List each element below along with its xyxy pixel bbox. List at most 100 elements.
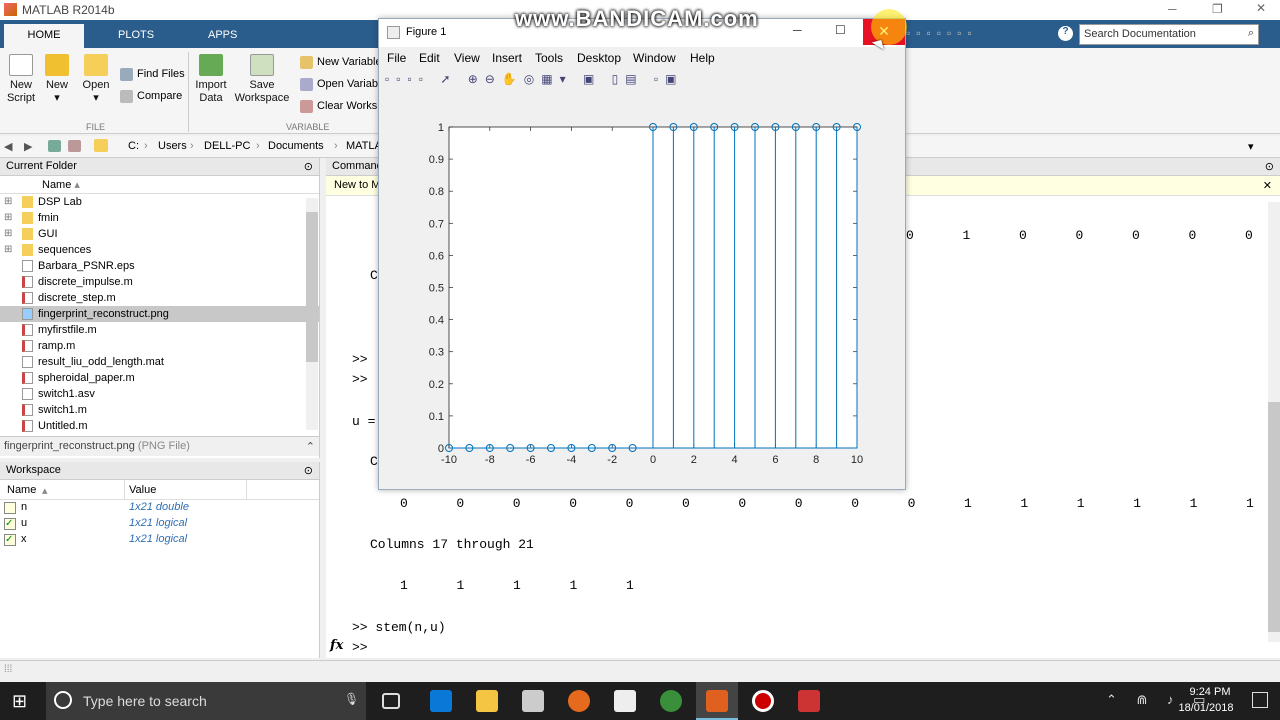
file-list-item[interactable]: myfirstfile.m: [0, 322, 319, 338]
figure-menu-view[interactable]: View: [454, 51, 480, 65]
path-dropdown-icon[interactable]: ▾: [1248, 140, 1254, 153]
output-row-1: 0 1 0 0 0 0 0: [896, 228, 1256, 246]
edge-icon[interactable]: [430, 690, 452, 712]
breadcrumb-documents[interactable]: Documents: [268, 140, 324, 152]
file-list-item[interactable]: Barbara_PSNR.eps: [0, 258, 319, 274]
current-prompt[interactable]: >>: [352, 640, 368, 655]
clock-date[interactable]: 18/01/2018: [1174, 702, 1238, 714]
restore-icon[interactable]: ❐: [1212, 2, 1223, 16]
figure-menu-edit[interactable]: Edit: [419, 51, 440, 65]
scrollbar[interactable]: [306, 198, 318, 430]
taskbar-search-placeholder: Type here to search: [83, 693, 207, 709]
file-list-item[interactable]: ⊞ DSP Lab: [0, 194, 319, 210]
col-value[interactable]: Value: [129, 484, 156, 496]
expand-icon[interactable]: ⊞: [4, 226, 12, 242]
figure-menu-help[interactable]: Help: [690, 51, 715, 65]
browse-folder-icon[interactable]: [68, 140, 81, 152]
command-scrollbar[interactable]: [1268, 202, 1280, 642]
file-list-item[interactable]: result_liu_odd_length.mat: [0, 354, 319, 370]
matlab-taskbar-button[interactable]: [696, 682, 738, 720]
folder-icon: [22, 212, 33, 224]
breadcrumb-dell-pc[interactable]: DELL-PC: [204, 140, 250, 152]
maximize-icon[interactable]: ☐: [835, 23, 846, 37]
expand-icon[interactable]: ⊞: [4, 242, 12, 258]
figure-window[interactable]: Figure 1 ─ ☐ ✕ FileEditViewInsertToolsDe…: [378, 9, 907, 490]
store-icon[interactable]: [522, 690, 544, 712]
file-list-item[interactable]: spheroidal_paper.m: [0, 370, 319, 386]
clock-time[interactable]: 9:24 PM: [1182, 686, 1238, 698]
file-list-item[interactable]: switch1.m: [0, 402, 319, 418]
scrollbar-thumb[interactable]: [1268, 402, 1280, 632]
compare-button[interactable]: Compare: [120, 88, 182, 104]
minimize-icon[interactable]: ─: [1168, 2, 1177, 16]
file-explorer-icon[interactable]: [476, 690, 498, 712]
taskbar-search[interactable]: Type here to search 🎙: [46, 682, 366, 720]
import-data-button[interactable]: Import Data: [194, 54, 228, 105]
find-files-button[interactable]: Find Files: [120, 66, 185, 82]
microphone-icon[interactable]: 🎙: [344, 692, 359, 706]
file-list-item[interactable]: ramp.m: [0, 338, 319, 354]
file-list-item[interactable]: discrete_step.m: [0, 290, 319, 306]
expand-icon[interactable]: ⊞: [4, 194, 12, 210]
breadcrumb-users[interactable]: Users: [158, 140, 187, 152]
save-workspace-icon: [250, 54, 274, 76]
help-icon[interactable]: ?: [1058, 26, 1073, 41]
mail-icon[interactable]: [614, 690, 636, 712]
chevron-down-icon: ▾: [54, 92, 60, 104]
col-name[interactable]: Name: [7, 484, 36, 496]
task-view-icon[interactable]: [382, 693, 400, 709]
back-arrow-icon[interactable]: ◀: [4, 140, 12, 153]
file-list-item[interactable]: discrete_impulse.m: [0, 274, 319, 290]
new-variable-button[interactable]: New Variable: [300, 54, 382, 70]
workspace-variable-row[interactable]: ✓ x 1x21 logical: [0, 532, 319, 548]
panel-menu-icon[interactable]: ⊙: [304, 160, 313, 173]
windows-start-icon[interactable]: ⊞: [12, 692, 27, 710]
fx-icon[interactable]: fx: [330, 638, 343, 653]
workspace-variable-row[interactable]: ✓ u 1x21 logical: [0, 516, 319, 532]
panel-menu-icon[interactable]: ⊙: [304, 464, 313, 477]
close-icon[interactable]: ✕: [1256, 1, 1266, 15]
chevron-up-icon[interactable]: ⌃: [306, 440, 315, 453]
tab-plots[interactable]: PLOTS: [104, 24, 168, 48]
figure-menu-insert[interactable]: Insert: [492, 51, 522, 65]
breadcrumb-c[interactable]: C:: [128, 140, 139, 152]
checkbox-icon: ✓: [4, 518, 16, 530]
file-list-item[interactable]: Untitled.m: [0, 418, 319, 434]
details-bar[interactable]: fingerprint_reconstruct.png (PNG File) ⌃: [0, 436, 319, 456]
figure-menu-tools[interactable]: Tools: [535, 51, 563, 65]
file-list-item[interactable]: ⊞ sequences: [0, 242, 319, 258]
bandicam-record-icon[interactable]: [752, 690, 774, 712]
save-workspace-button[interactable]: Save Workspace: [234, 54, 290, 105]
notification-icon[interactable]: [1252, 692, 1268, 708]
scrollbar-thumb[interactable]: [306, 212, 318, 362]
firefox-icon[interactable]: [568, 690, 590, 712]
expand-icon[interactable]: ⊞: [4, 210, 12, 226]
figure-menu-file[interactable]: File: [387, 51, 406, 65]
tab-home[interactable]: HOME: [4, 24, 84, 48]
open-button[interactable]: Open ▾: [80, 54, 112, 105]
matlab-icon: [706, 690, 728, 712]
chrome-icon[interactable]: [660, 690, 682, 712]
figure-taskbar-icon[interactable]: [798, 690, 820, 712]
minimize-icon[interactable]: ─: [793, 23, 802, 37]
workspace-variable-row[interactable]: n 1x21 double: [0, 500, 319, 516]
file-list-item[interactable]: ⊞ fmin: [0, 210, 319, 226]
figure-toolbar[interactable]: ▫▫▫▫ ➚ ⊕⊖✋◎▦▾ ▣ ▯▤ ▫▣: [385, 72, 775, 92]
quick-access-toolbar[interactable]: ▫▫▫▫▫▫▫: [906, 26, 1056, 42]
file-list-item[interactable]: ⊞ GUI: [0, 226, 319, 242]
column-header-name[interactable]: Name ▴: [0, 176, 319, 194]
close-icon[interactable]: ✕: [1263, 179, 1272, 192]
new-button[interactable]: New ▾: [42, 54, 72, 105]
forward-arrow-icon[interactable]: ▶: [24, 140, 32, 153]
y-tick-label: 0.8: [429, 186, 444, 198]
up-folder-icon[interactable]: [48, 140, 61, 152]
figure-menu-window[interactable]: Window: [633, 51, 676, 65]
panel-menu-icon[interactable]: ⊙: [1265, 160, 1274, 173]
file-list-item[interactable]: fingerprint_reconstruct.png: [0, 306, 319, 322]
search-input[interactable]: Search Documentation ⌕: [1079, 24, 1259, 45]
file-list-item[interactable]: switch1.asv: [0, 386, 319, 402]
tab-apps[interactable]: APPS: [194, 24, 251, 48]
open-variable-button[interactable]: Open Variable: [300, 76, 387, 92]
figure-menu-desktop[interactable]: Desktop: [577, 51, 621, 65]
new-script-button[interactable]: New Script: [4, 54, 38, 105]
